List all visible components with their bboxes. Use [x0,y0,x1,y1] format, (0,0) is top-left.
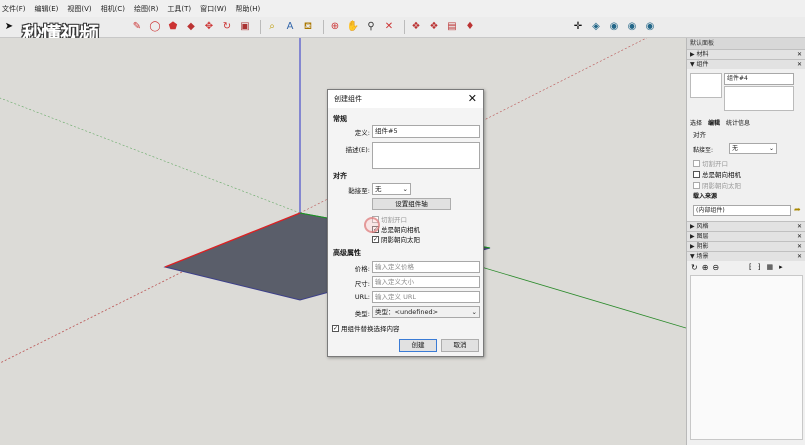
panel-align-heading: 对齐 [693,131,706,139]
remove-scene-icon[interactable]: ⊖ [712,263,719,272]
circle-icon[interactable]: ◯ [148,20,162,34]
zoom-icon[interactable]: ⚲ [364,20,378,34]
description-label: 描述(E): [345,146,370,154]
menu-view[interactable]: 视图(V) [67,4,91,14]
create-button[interactable]: 创建 [399,339,437,352]
push-pull-icon[interactable]: ◆ [184,20,198,34]
type-label: 类型: [354,310,370,318]
tab-row: 选择 编辑 统计信息 [690,118,750,127]
panel-glue-select[interactable]: 无 ⌄ [729,143,777,154]
tab-stats[interactable]: 统计信息 [726,118,750,127]
polygon-icon[interactable]: ⬟ [166,20,180,34]
url-label: URL: [354,293,370,301]
component-desc-field[interactable] [724,86,794,111]
component-preview [690,73,722,98]
panel-always-face-camera[interactable]: 总是朝向相机 [693,169,741,179]
panel-load-from-field[interactable]: (内部组件) [693,205,791,216]
tab-edit[interactable]: 编辑 [708,118,720,127]
dialog-title-bar: 创建组件 ✕ [328,90,483,108]
replace-selection-checkbox[interactable]: ✓ 用组件替换选择内容 [332,323,400,333]
create-component-dialog: 创建组件 ✕ 常规 定义: 组件#5 描述(E): 对齐 黏接至: 无 ⌄ 设置组… [327,89,484,357]
cursor-highlight [364,217,380,233]
load-icon[interactable]: ➦ [794,205,801,214]
styles-section[interactable]: ▶ 风格 ✕ [687,221,805,231]
move-down-icon[interactable]: ⁆ [758,263,761,271]
menu-edit[interactable]: 编辑(E) [35,4,59,14]
tape-measure-icon[interactable]: ⌕ [265,20,279,34]
scene-view-options: ⁅ ⁆ ▦ ▸ [749,263,783,271]
panel-glue-label: 黏接至: [693,147,714,154]
extension-icon[interactable]: ♦ [463,20,477,34]
panel-load-from: 载入来源 [693,193,718,200]
shadows-face-sun-checkbox[interactable]: ✓ 阴影朝向太阳 [372,234,420,244]
view-options-icon[interactable]: ▦ [766,263,773,271]
top-view-icon[interactable]: ◉ [607,20,621,34]
price-input[interactable]: 输入定义价格 [372,261,480,273]
components-section[interactable]: ▼ 组件 ✕ [687,59,805,69]
close-icon[interactable]: ✕ [468,90,477,108]
menu-tools[interactable]: 工具(T) [167,4,191,14]
definition-label: 定义: [354,129,370,137]
axes-icon[interactable]: ✛ [571,20,585,34]
glue-to-select[interactable]: 无 ⌄ [372,183,411,195]
menu-camera[interactable]: 相机(C) [101,4,125,14]
select-arrow-icon[interactable]: ➤ [2,20,16,34]
price-label: 价格: [354,265,370,273]
scenes-section[interactable]: ▼ 场景 ✕ [687,251,805,261]
shadows-section[interactable]: ▶ 阴影 ✕ [687,241,805,251]
url-input[interactable]: 输入定义 URL [372,291,480,303]
tab-select[interactable]: 选择 [690,118,702,127]
layers-section[interactable]: ▶ 图层 ✕ [687,231,805,241]
default-tray: 默认面板 ▶ 材料 ✕ ▼ 组件 ✕ 组件#4 选择 编辑 统计信息 对齐 黏接至:… [686,38,805,445]
tray-title: 默认面板 [687,38,805,49]
size-input[interactable]: 输入定义大小 [372,276,480,288]
panel-cut-opening[interactable]: 切割开口 [693,158,728,168]
definition-input[interactable]: 组件#5 [372,125,480,138]
type-select[interactable]: 类型：<undefined> ⌄ [372,306,480,318]
front-view-icon[interactable]: ◉ [625,20,639,34]
add-scene-icon[interactable]: ⊕ [702,263,709,272]
cancel-button[interactable]: 取消 [441,339,479,352]
move-up-icon[interactable]: ⁅ [749,263,752,271]
glue-to-label: 黏接至: [348,187,370,195]
green-axis-dotted [0,97,301,214]
toolbar: ➤ ✎ ◯ ⬟ ◆ ✥ ↻ ▣ ⌕ A ⛾ ⊕ ✋ ⚲ ✕ ❖ ❖ ▤ ♦ ✛ … [0,17,805,38]
right-view-icon[interactable]: ◉ [643,20,657,34]
iso-view-icon[interactable]: ◈ [589,20,603,34]
paint-bucket-icon[interactable]: ⛾ [301,20,315,34]
rotate-icon[interactable]: ↻ [220,20,234,34]
menu-bar: 文件(F) 编辑(E) 视图(V) 相机(C) 绘图(R) 工具(T) 窗口(W… [0,0,805,17]
menu-help[interactable]: 帮助(H) [235,4,260,14]
zoom-extents-icon[interactable]: ✕ [382,20,396,34]
pan-icon[interactable]: ✋ [346,20,360,34]
set-axes-button[interactable]: 设置组件轴 [372,198,451,210]
materials-section[interactable]: ▶ 材料 ✕ [687,49,805,59]
dialog-title: 创建组件 [334,95,362,103]
scene-tools: ↻ ⊕ ⊖ [691,263,719,272]
panel-shadows-face-sun[interactable]: 阴影朝向太阳 [693,180,741,190]
move-icon[interactable]: ✥ [202,20,216,34]
scene-list[interactable] [690,275,803,440]
advanced-heading: 高级属性 [333,249,361,257]
scene-menu-icon[interactable]: ▸ [779,263,783,271]
get-models-icon[interactable]: ▤ [445,20,459,34]
menu-draw[interactable]: 绘图(R) [134,4,158,14]
description-input[interactable] [372,142,480,169]
menu-window[interactable]: 窗口(W) [200,4,226,14]
scale-icon[interactable]: ▣ [238,20,252,34]
align-heading: 对齐 [333,172,347,180]
pencil-icon[interactable]: ✎ [130,20,144,34]
menu-file[interactable]: 文件(F) [2,4,26,14]
general-heading: 常规 [333,115,347,123]
warehouse-icon[interactable]: ❖ [409,20,423,34]
size-label: 尺寸: [354,280,370,288]
share-model-icon[interactable]: ❖ [427,20,441,34]
refresh-icon[interactable]: ↻ [691,263,698,272]
component-name-field[interactable]: 组件#4 [724,73,794,85]
orbit-icon[interactable]: ⊕ [328,20,342,34]
text-icon[interactable]: A [283,20,297,34]
